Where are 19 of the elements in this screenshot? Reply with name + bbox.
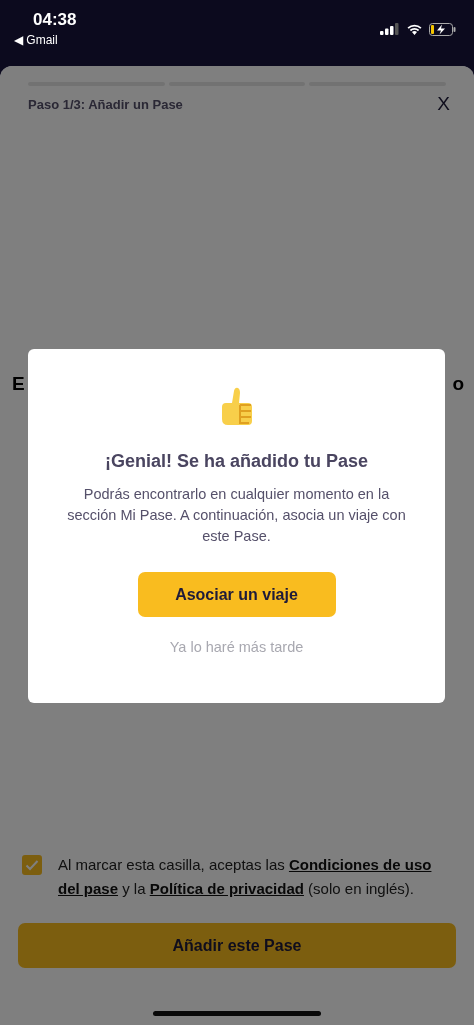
clock-time: 04:38 — [33, 10, 77, 30]
terms-checkbox[interactable] — [22, 855, 42, 875]
link-trip-button[interactable]: Asociar un viaje — [137, 572, 336, 617]
privacy-link[interactable]: Política de privacidad — [149, 880, 304, 897]
wifi-icon — [406, 23, 423, 35]
heading-text: E — [12, 373, 25, 395]
terms-text: Al marcar esta casilla, aceptas las Condiciones de uso del pase y la Política de privacidad (solo en inglés). — [58, 855, 433, 899]
back-to-app-link[interactable]: ◀ Gmail — [14, 33, 77, 47]
add-pass-button[interactable]: Añadir este Pase — [18, 923, 456, 968]
terms-link[interactable]: del pase — [58, 880, 119, 897]
step-label: Paso 1/3: Añadir un Pase — [28, 96, 183, 112]
check-icon — [25, 859, 39, 871]
battery-icon — [429, 22, 456, 36]
terms-link[interactable]: Condiciones de uso — [288, 856, 432, 873]
signal-icon — [380, 23, 400, 35]
close-button[interactable]: X — [437, 93, 450, 115]
dialog-message: Podrás encontrarlo en cualquier momento en la sección Mi Pase. A continuación, asocia un viaje con este Pase. — [66, 485, 407, 546]
dialog-title: ¡Genial! Se ha añadido tu Pase — [104, 451, 369, 472]
heading-text: o — [452, 373, 464, 395]
